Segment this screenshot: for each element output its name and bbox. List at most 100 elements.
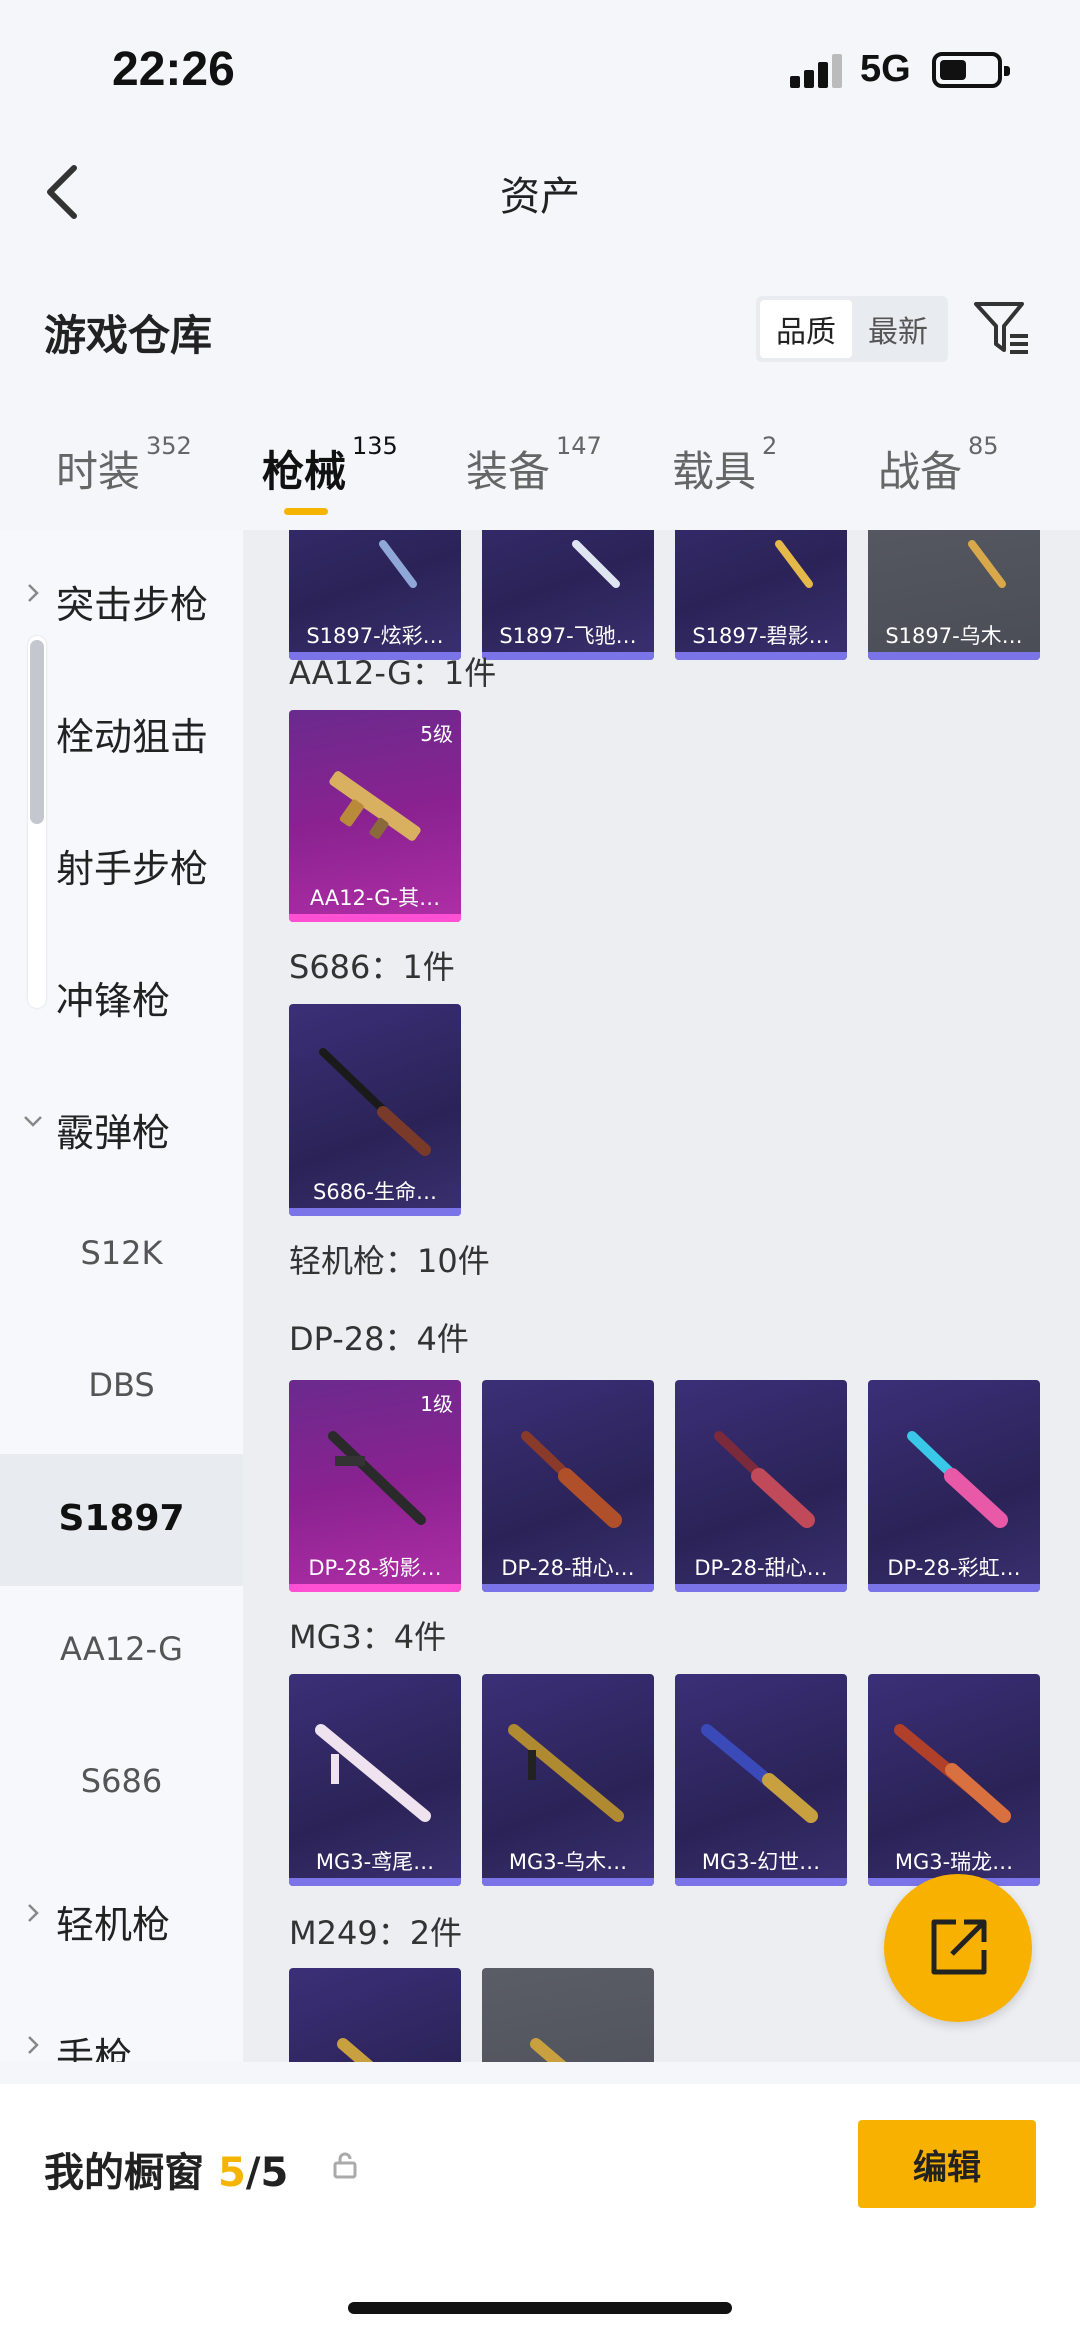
- sidebar-item-label: S686: [80, 1762, 163, 1800]
- tab-label: 战备: [878, 447, 963, 496]
- shotgun-icon: [968, 540, 1006, 588]
- level-badge: 1级: [420, 1392, 453, 1416]
- tab-label: 装备: [466, 447, 551, 496]
- weapon-card[interactable]: DP-28-甜心…: [675, 1380, 847, 1592]
- tab-label: 载具: [672, 447, 757, 496]
- shotgun-icon: [379, 540, 417, 588]
- tab-count: 85: [968, 432, 999, 460]
- tab-vehicles[interactable]: 载具 2: [672, 432, 777, 499]
- sidebar-item-shotgun[interactable]: 霰弹枪: [0, 1058, 243, 1190]
- status-time: 22:26: [112, 43, 235, 96]
- weapon-card[interactable]: MG3-鸢尾…: [289, 1674, 461, 1886]
- weapon-name: MG3-乌木…: [508, 1850, 628, 1874]
- network-label: 5G: [860, 48, 911, 90]
- weapon-card[interactable]: S1897-炫彩…: [289, 530, 461, 660]
- signal-icon: [790, 54, 842, 88]
- status-bar: 22:26 5G: [0, 0, 1080, 130]
- weapon-grid[interactable]: S1897-炫彩… S1897-飞驰… S1897-碧影… S1897-乌木… …: [243, 530, 1080, 2062]
- weapon-name: MG3-瑞龙…: [894, 1850, 1014, 1874]
- weapon-name: DP-28-豹影…: [308, 1556, 442, 1580]
- weapon-name: DP-28-甜心…: [501, 1556, 635, 1580]
- tab-equipment[interactable]: 装备 147: [466, 432, 602, 499]
- sort-option-latest[interactable]: 最新: [852, 300, 944, 358]
- weapon-card[interactable]: S686-生命…: [289, 1004, 461, 1216]
- chevron-down-icon: [24, 1116, 42, 1127]
- sidebar-item-label: 手枪: [56, 2035, 133, 2062]
- tab-count: 352: [146, 432, 192, 460]
- sidebar-subitem-s12k[interactable]: S12K: [0, 1190, 243, 1322]
- weapon-card[interactable]: S1897-乌木…: [868, 530, 1040, 660]
- weapon-name: DP-28-甜心…: [694, 1556, 828, 1580]
- machine-gun-icon: [315, 1724, 431, 1822]
- edit-button[interactable]: 编辑: [858, 2120, 1036, 2208]
- group-title-mg3: MG3：4件: [289, 1618, 447, 1656]
- showcase-total: /5: [245, 2150, 289, 2196]
- showcase-label: 我的橱窗 5 /5: [44, 2140, 288, 2198]
- battery-icon: [932, 52, 1010, 88]
- sidebar-subitem-dbs[interactable]: DBS: [0, 1322, 243, 1454]
- weapon-card[interactable]: MG3-瑞龙…: [868, 1674, 1040, 1886]
- weapon-name: S1897-乌木…: [885, 624, 1023, 648]
- machine-gun-icon: [530, 2038, 567, 2062]
- chevron-right-icon: [28, 1904, 39, 1922]
- tab-guns[interactable]: 枪械 135: [262, 432, 398, 499]
- share-icon: [931, 1919, 987, 1975]
- weapon-card[interactable]: MG3-幻世…: [675, 1674, 847, 1886]
- weapon-card[interactable]: S1897-碧影…: [675, 530, 847, 660]
- weapon-name: S1897-飞驰…: [499, 624, 637, 648]
- weapon-card[interactable]: [289, 1968, 461, 2062]
- sidebar-subitem-s686[interactable]: S686: [0, 1718, 243, 1850]
- weapon-name: AA12-G-其…: [309, 886, 441, 910]
- weapon-card[interactable]: 5级 AA12-G-其…: [289, 710, 461, 922]
- weapon-name: MG3-鸢尾…: [315, 1850, 435, 1874]
- shotgun-icon: [329, 771, 421, 841]
- tab-count: 147: [556, 432, 602, 460]
- weapon-name: S1897-炫彩…: [306, 624, 444, 648]
- share-button[interactable]: [884, 1874, 1032, 2022]
- machine-gun-icon: [714, 1431, 815, 1528]
- tab-fashion[interactable]: 时装 352: [56, 432, 192, 499]
- weapon-card[interactable]: 1级 DP-28-豹影…: [289, 1380, 461, 1592]
- category-tabs: 时装 352 枪械 135 装备 147 载具 2 战备 85: [0, 430, 1080, 530]
- group-title-m249: M249：2件: [289, 1914, 463, 1952]
- sidebar-item-pistol[interactable]: 手枪: [0, 1982, 243, 2062]
- chevron-right-icon: [28, 584, 39, 602]
- sidebar-item-lmg[interactable]: 轻机枪: [0, 1850, 243, 1982]
- shotgun-icon: [775, 540, 813, 588]
- machine-gun-icon: [337, 2038, 374, 2062]
- page-title: 资产: [500, 174, 580, 220]
- group-title-s686: S686：1件: [289, 948, 455, 986]
- sort-option-quality[interactable]: 品质: [760, 300, 852, 358]
- group-title-dp28: DP-28：4件: [289, 1320, 469, 1358]
- sidebar-item-label: S1897: [58, 1498, 185, 1539]
- machine-gun-icon: [701, 1724, 818, 1823]
- weapon-card[interactable]: MG3-乌木…: [482, 1674, 654, 1886]
- machine-gun-icon: [894, 1724, 1011, 1823]
- sidebar-scrollbar[interactable]: [28, 636, 46, 1008]
- shotgun-icon: [319, 1048, 431, 1156]
- scrollbar-thumb[interactable]: [30, 640, 44, 824]
- weapon-card[interactable]: [482, 1968, 654, 2062]
- sidebar-item-label: DBS: [88, 1366, 155, 1404]
- shotgun-icon: [572, 540, 620, 588]
- weapon-card[interactable]: DP-28-甜心…: [482, 1380, 654, 1592]
- weapon-card[interactable]: S1897-飞驰…: [482, 530, 654, 660]
- sidebar-subitem-aa12g[interactable]: AA12-G: [0, 1586, 243, 1718]
- weapon-name: DP-28-彩虹…: [887, 1556, 1021, 1580]
- weapon-card[interactable]: DP-28-彩虹…: [868, 1380, 1040, 1592]
- section-title: 游戏仓库: [44, 311, 213, 360]
- sort-toggle[interactable]: 品质 最新: [756, 296, 948, 362]
- machine-gun-icon: [328, 1431, 426, 1525]
- level-badge: 5级: [420, 722, 453, 746]
- active-tab-indicator: [284, 508, 328, 515]
- sidebar-item-label: S12K: [80, 1234, 163, 1272]
- tab-label: 时装: [56, 447, 141, 496]
- filter-button[interactable]: [972, 298, 1032, 358]
- group-title-aa12g: AA12-G：1件: [289, 654, 497, 692]
- sidebar-subitem-s1897[interactable]: S1897: [0, 1454, 243, 1586]
- sidebar-item-label: 栓动狙击: [56, 715, 209, 759]
- tab-label: 枪械: [262, 447, 347, 496]
- tab-supplies[interactable]: 战备 85: [878, 432, 999, 499]
- sidebar-item-label: 冲锋枪: [56, 979, 171, 1023]
- showcase-title: 我的橱窗: [44, 2150, 204, 2196]
